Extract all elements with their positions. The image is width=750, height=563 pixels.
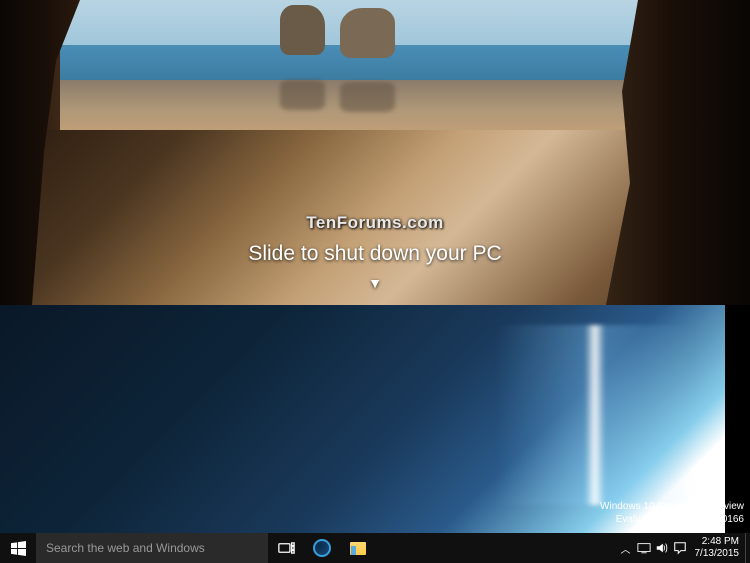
edge-icon [313, 539, 331, 557]
task-view-button[interactable] [268, 533, 304, 563]
edge-browser-button[interactable] [304, 533, 340, 563]
chevron-up-icon: ︿ [621, 541, 631, 556]
volume-button[interactable] [653, 533, 671, 563]
lockscreen-bg-rock [340, 8, 395, 58]
network-button[interactable] [635, 533, 653, 563]
watermark-edition: Windows 10 Pro Insider Preview [600, 500, 744, 513]
windows-watermark: Windows 10 Pro Insider Preview Evaluatio… [600, 500, 744, 526]
slide-to-shutdown-panel[interactable]: TenForums.com Slide to shut down your PC… [0, 0, 750, 305]
taskbar-clock[interactable]: 2:48 PM 7/13/2015 [689, 536, 746, 560]
clock-date: 7/13/2015 [695, 548, 740, 560]
lockscreen-bg-reflection [340, 82, 395, 112]
search-input[interactable] [46, 541, 258, 555]
system-tray: ︿ 2:48 PM 7/13/2015 [617, 533, 750, 563]
watermark-build: Evaluation copy. Build 10166 [600, 513, 744, 526]
action-center-button[interactable] [671, 533, 689, 563]
lockscreen-bg-reflection [280, 80, 325, 110]
network-icon [637, 541, 651, 555]
lockscreen-bg-rock [280, 5, 325, 55]
notification-icon [673, 541, 687, 555]
desktop-wallpaper[interactable] [0, 305, 725, 533]
folder-icon [350, 542, 366, 555]
volume-icon [655, 541, 669, 555]
slide-instruction-text: Slide to shut down your PC [0, 242, 750, 266]
show-desktop-button[interactable] [745, 533, 749, 563]
watermark-brand: TenForums.com [0, 213, 750, 233]
chevron-down-icon: ▼ [368, 275, 382, 291]
task-view-icon [278, 541, 295, 555]
clock-time: 2:48 PM [695, 536, 740, 548]
search-box[interactable] [36, 533, 268, 563]
start-button[interactable] [0, 533, 36, 563]
file-explorer-button[interactable] [340, 533, 376, 563]
tray-overflow-button[interactable]: ︿ [617, 533, 635, 563]
taskbar: ︿ 2:48 PM 7/13/2015 [0, 533, 750, 563]
windows-logo-icon [11, 541, 26, 556]
desktop-edge [725, 305, 750, 533]
